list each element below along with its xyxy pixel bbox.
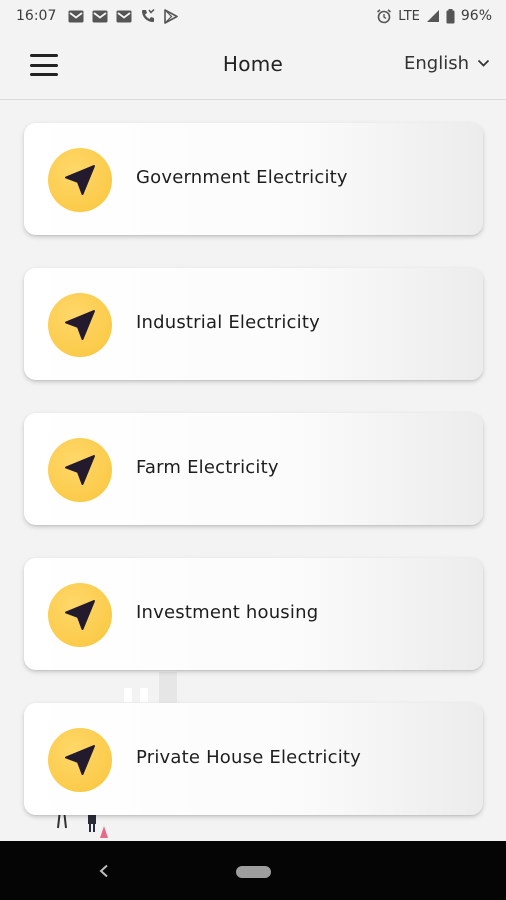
alarm-icon — [376, 8, 392, 24]
status-left: 16:07 — [16, 8, 179, 24]
card-label: Government Electricity — [136, 167, 348, 188]
missed-call-icon — [140, 8, 156, 24]
play-store-icon — [164, 8, 179, 24]
card-private-house-electricity[interactable]: Private House Electricity — [24, 703, 483, 815]
card-industrial-electricity[interactable]: Industrial Electricity — [24, 268, 483, 380]
card-label: Investment housing — [136, 602, 319, 623]
home-button[interactable] — [236, 866, 271, 878]
gmail-icon — [116, 10, 132, 23]
gmail-icon — [68, 10, 84, 23]
status-time: 16:07 — [16, 8, 57, 24]
home-content: Government Electricity Industrial Electr… — [0, 100, 506, 841]
card-government-electricity[interactable]: Government Electricity — [24, 123, 483, 235]
card-label: Industrial Electricity — [136, 312, 320, 333]
network-type: LTE — [398, 8, 420, 24]
battery-percent: 96% — [460, 8, 492, 24]
status-bar: 16:07 LTE 96% — [0, 0, 506, 32]
language-label: English — [404, 53, 469, 74]
card-label: Private House Electricity — [136, 747, 362, 768]
battery-icon — [446, 8, 455, 24]
send-icon — [48, 583, 112, 647]
language-select[interactable]: English — [404, 53, 490, 74]
send-icon — [48, 728, 112, 792]
system-nav-bar — [0, 841, 506, 900]
gmail-icon — [92, 10, 108, 23]
status-right: LTE 96% — [376, 8, 492, 24]
card-label: Farm Electricity — [136, 457, 279, 478]
send-icon — [48, 438, 112, 502]
chevron-down-icon — [477, 59, 490, 68]
card-farm-electricity[interactable]: Farm Electricity — [24, 413, 483, 525]
card-investment-housing[interactable]: Investment housing — [24, 558, 483, 670]
send-icon — [48, 148, 112, 212]
send-icon — [48, 293, 112, 357]
back-icon[interactable] — [92, 859, 116, 883]
app-bar: Home English — [0, 32, 506, 100]
signal-icon — [426, 9, 440, 23]
